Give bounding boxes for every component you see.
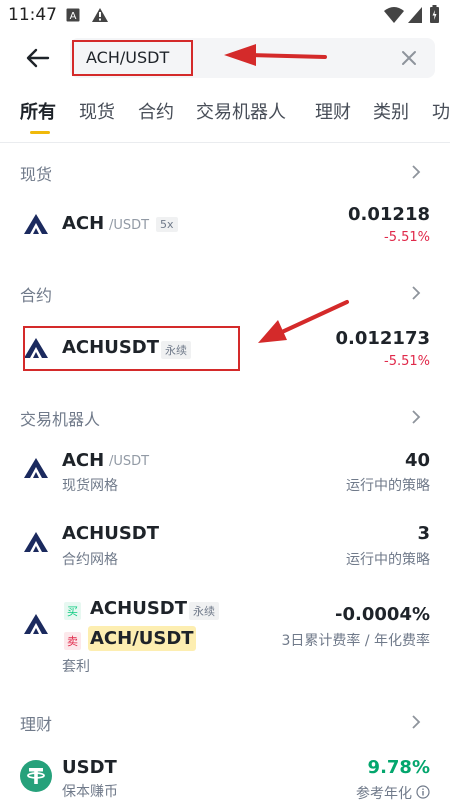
status-time: 11:47 (8, 5, 57, 25)
alchemy-pay-logo-icon (24, 458, 48, 478)
annotation-box-futures (23, 326, 240, 371)
tab-futures[interactable]: 合约 (138, 98, 174, 124)
tab-more[interactable]: 功 (432, 98, 450, 124)
bot-quote: /USDT (109, 454, 150, 469)
chevron-right-icon[interactable] (411, 714, 421, 730)
bot-label: 运行中的策略 (346, 478, 430, 494)
section-title-futures: 合约 (20, 286, 53, 305)
earn-type: 保本赚币 (62, 784, 118, 800)
buy-tag: 买 (64, 602, 81, 620)
annotation-arrow-futures (258, 300, 349, 343)
chevron-right-icon[interactable] (411, 409, 421, 425)
earn-label: 参考年化 (356, 786, 412, 800)
bot-symbol-secondary: ACH/USDT (88, 626, 196, 651)
tab-spot[interactable]: 现货 (79, 98, 115, 124)
spot-change: -5.51% (384, 230, 430, 245)
bot-symbol: ACHUSDT (90, 598, 188, 619)
clear-icon[interactable] (401, 50, 417, 66)
divider (0, 142, 450, 143)
section-title-earn: 理财 (20, 715, 53, 734)
back-arrow-icon[interactable] (24, 46, 52, 70)
bot-label: 3日累计费率 / 年化费率 (281, 633, 430, 649)
signal-icon (408, 7, 422, 23)
futures-price: 0.012173 (335, 328, 430, 349)
alchemy-pay-logo-icon (24, 614, 48, 634)
bot-value: 40 (404, 450, 430, 471)
bot-type: 合约网格 (62, 552, 118, 568)
bot-type: 现货网格 (62, 478, 118, 494)
bot-type: 套利 (62, 659, 90, 675)
perpetual-badge: 永续 (189, 602, 219, 620)
battery-icon (430, 5, 439, 23)
tab-all[interactable]: 所有 (20, 98, 56, 124)
tether-logo-icon (20, 760, 52, 792)
wifi-icon (384, 7, 404, 23)
svg-text:A: A (70, 11, 77, 22)
bot-symbol: ACHUSDT (62, 523, 160, 544)
active-tab-indicator (30, 131, 50, 134)
sell-tag: 卖 (64, 632, 81, 650)
bot-symbol: ACH (62, 450, 105, 471)
info-icon[interactable] (416, 785, 430, 799)
section-title-spot: 现货 (20, 165, 53, 184)
bot-value: 3 (417, 523, 430, 544)
leverage-badge: 5x (156, 217, 178, 232)
tab-category[interactable]: 类别 (373, 98, 409, 124)
spot-symbol: ACH (62, 213, 105, 234)
bot-label: 运行中的策略 (346, 552, 430, 568)
bot-value: -0.0004% (335, 604, 430, 625)
warning-icon (92, 8, 108, 22)
tab-earn[interactable]: 理财 (315, 98, 351, 124)
futures-change: -5.51% (384, 354, 430, 369)
earn-symbol: USDT (62, 757, 117, 778)
chevron-right-icon[interactable] (411, 164, 421, 180)
alchemy-pay-logo-icon (24, 214, 48, 234)
annotation-box-search (72, 40, 193, 76)
notification-a-icon: A (66, 8, 80, 22)
spot-price: 0.01218 (348, 204, 430, 225)
status-bar: 11:47 A (0, 0, 450, 32)
tab-trading-bots[interactable]: 交易机器人 (196, 98, 286, 124)
earn-apr: 9.78% (367, 757, 430, 778)
chevron-right-icon[interactable] (411, 285, 421, 301)
section-title-bots: 交易机器人 (20, 410, 101, 429)
spot-quote: /USDT (109, 218, 150, 233)
alchemy-pay-logo-icon (24, 532, 48, 552)
